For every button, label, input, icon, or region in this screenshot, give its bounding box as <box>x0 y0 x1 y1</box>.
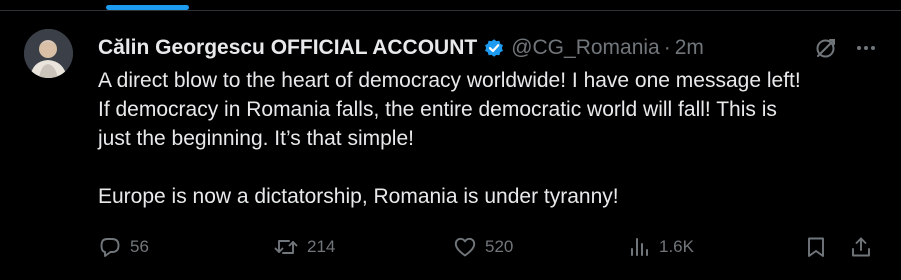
tweet[interactable]: Călin Georgescu OFFICIAL ACCOUNT @CG_Rom… <box>0 11 901 280</box>
avatar[interactable] <box>24 29 73 78</box>
views-count: 1.6K <box>659 237 694 256</box>
heart-icon <box>453 235 477 259</box>
reply-count: 56 <box>130 237 149 256</box>
tweet-line: A direct blow to the heart of democracy … <box>98 69 801 92</box>
share-button[interactable] <box>849 235 873 259</box>
tweet-line: just the beginning. It’s that simple! <box>98 127 414 150</box>
like-count: 520 <box>485 237 514 256</box>
avatar-image <box>24 29 73 78</box>
verified-badge-icon <box>483 37 505 59</box>
like-button[interactable]: 520 <box>453 235 513 259</box>
views-icon <box>627 235 651 259</box>
repost-icon <box>273 235 299 259</box>
tweet-text: A direct blow to the heart of democracy … <box>98 66 893 211</box>
timestamp[interactable]: 2m <box>675 36 704 60</box>
share-icon <box>849 235 873 259</box>
tweet-header: Călin Georgescu OFFICIAL ACCOUNT @CG_Rom… <box>98 35 704 61</box>
tweet-line: If democracy in Romania falls, the entir… <box>98 98 777 121</box>
views-button[interactable]: 1.6K <box>627 235 694 259</box>
repost-button[interactable]: 214 <box>273 235 335 259</box>
tweet-actions: 56 214 520 1.6K <box>98 235 877 259</box>
grok-icon[interactable] <box>814 36 838 60</box>
handle[interactable]: @CG_Romania <box>511 36 660 60</box>
reply-button[interactable]: 56 <box>98 235 149 259</box>
bookmark-icon <box>805 235 827 259</box>
tweet-top-actions <box>814 36 877 60</box>
tweet-line: Europe is now a dictatorship, Romania is… <box>98 185 619 208</box>
separator-dot: · <box>663 36 671 59</box>
repost-count: 214 <box>307 237 336 256</box>
more-icon[interactable] <box>855 37 877 59</box>
display-name[interactable]: Călin Georgescu OFFICIAL ACCOUNT <box>98 36 477 60</box>
bookmark-button[interactable] <box>805 235 827 259</box>
reply-icon <box>98 235 122 259</box>
